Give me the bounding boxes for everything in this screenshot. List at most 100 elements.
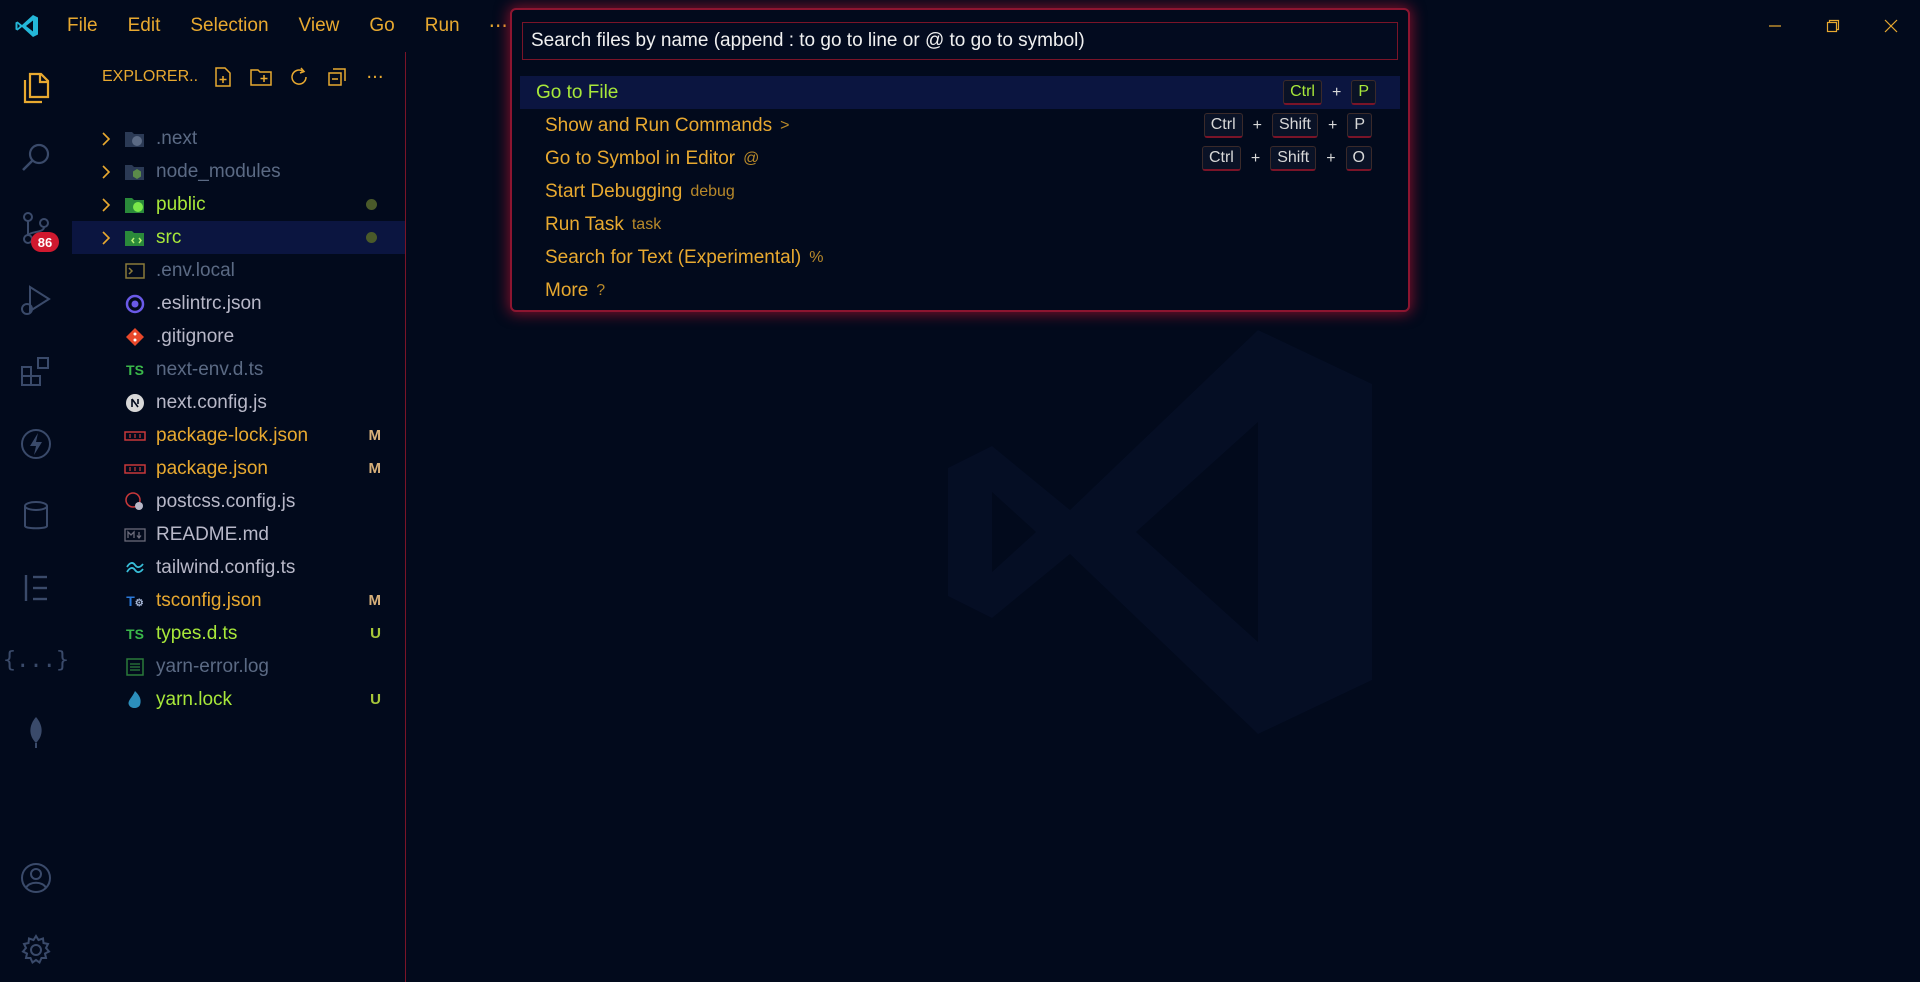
palette-item-label: Run Task	[545, 213, 624, 235]
elementor-icon[interactable]	[16, 568, 56, 608]
close-button[interactable]	[1862, 0, 1920, 52]
git-status-badge: U	[370, 691, 381, 708]
refresh-icon[interactable]	[286, 64, 312, 90]
key-separator: +	[1327, 116, 1338, 134]
thunder-client-icon[interactable]	[16, 424, 56, 464]
folder-item[interactable]: src	[72, 221, 405, 254]
explorer-title: EXPLORER...	[102, 68, 198, 85]
file-item[interactable]: .eslintrc.json	[72, 287, 405, 320]
file-name: next.config.js	[156, 391, 267, 413]
key-cap: P	[1351, 80, 1376, 105]
palette-item[interactable]: More?	[520, 274, 1400, 307]
file-name: README.md	[156, 523, 269, 545]
file-item[interactable]: yarn.lock U	[72, 683, 405, 716]
menu-go[interactable]: Go	[354, 15, 409, 37]
file-item[interactable]: .env.local	[72, 254, 405, 287]
typescript-icon: TS	[126, 361, 144, 378]
palette-item-prefix: ?	[596, 281, 606, 299]
palette-item[interactable]: Run Task task	[520, 208, 1400, 241]
terminal-file-icon	[124, 260, 146, 282]
chevron-right-icon[interactable]	[100, 122, 114, 155]
file-name: postcss.config.js	[156, 490, 296, 512]
file-name: yarn.lock	[156, 688, 233, 710]
key-cap: Shift	[1271, 113, 1318, 138]
key-cap: Ctrl	[1201, 146, 1241, 171]
chevron-right-icon[interactable]	[100, 155, 114, 188]
explorer-header: EXPLORER... ···	[102, 52, 388, 102]
file-name: public	[156, 193, 206, 215]
palette-item[interactable]: Go to Symbol in Editor @ Ctrl + Shift + O	[520, 142, 1400, 175]
git-status-badge: M	[368, 427, 382, 444]
key-separator: +	[1331, 83, 1342, 101]
vscode-watermark-icon	[948, 330, 1372, 734]
file-item[interactable]: tailwind.config.ts	[72, 551, 405, 584]
folder-item[interactable]: public	[72, 188, 405, 221]
tailwind-icon	[124, 557, 146, 579]
key-cap: Ctrl	[1283, 80, 1322, 105]
mongodb-icon[interactable]	[16, 712, 56, 752]
menu-edit[interactable]: Edit	[113, 15, 176, 37]
menu-file[interactable]: File	[52, 15, 113, 37]
file-item[interactable]: .gitignore	[72, 320, 405, 353]
file-name: package-lock.json	[156, 424, 309, 446]
palette-item-label: Go to File	[536, 81, 619, 103]
activity-bar: {...}	[0, 52, 72, 982]
account-icon[interactable]	[16, 858, 56, 898]
run-debug-icon[interactable]	[16, 280, 56, 320]
node-folder-icon	[124, 161, 146, 183]
postcss-icon	[124, 491, 146, 513]
palette-item[interactable]: Show and Run Commands > Ctrl + Shift + P	[520, 109, 1400, 142]
folder-item[interactable]: .next	[72, 122, 405, 155]
database-icon[interactable]	[16, 496, 56, 536]
file-name: package.json	[156, 457, 268, 479]
palette-item-label: Search for Text (Experimental)	[545, 246, 802, 268]
palette-item[interactable]: Search for Text (Experimental)%	[520, 241, 1400, 274]
minimize-button[interactable]	[1746, 0, 1804, 52]
menu-run[interactable]: Run	[410, 15, 475, 37]
collapse-all-icon[interactable]	[324, 64, 350, 90]
file-item[interactable]: yarn-error.log	[72, 650, 405, 683]
palette-item-prefix: debug	[690, 182, 735, 200]
explorer-icon[interactable]	[16, 68, 56, 108]
json-icon[interactable]: {...}	[3, 640, 69, 680]
log-icon	[124, 656, 146, 678]
quick-open-input[interactable]	[522, 22, 1398, 60]
new-folder-icon[interactable]	[248, 64, 274, 90]
file-name: .eslintrc.json	[156, 292, 262, 314]
git-status-badge: U	[370, 625, 381, 642]
chevron-right-icon[interactable]	[100, 221, 114, 254]
file-item[interactable]: next.config.js	[72, 386, 405, 419]
palette-item[interactable]: Start Debugging debug	[520, 175, 1400, 208]
explorer-sidebar: EXPLORER... ··· .next node_modulespublic s…	[72, 52, 406, 982]
new-file-icon[interactable]	[210, 64, 236, 90]
file-item[interactable]: T⚙ tsconfig.json M	[72, 584, 405, 617]
folder-item[interactable]: node_modules	[72, 155, 405, 188]
file-item[interactable]: package-lock.json M	[72, 419, 405, 452]
chevron-right-icon[interactable]	[100, 188, 114, 221]
file-item[interactable]: README.md	[72, 518, 405, 551]
palette-item-label: Go to Symbol in Editor	[545, 147, 736, 169]
palette-item-prefix: %	[809, 248, 824, 266]
close-icon	[1884, 19, 1898, 33]
search-icon[interactable]	[16, 138, 56, 178]
palette-item[interactable]: Go to File Ctrl + P	[520, 76, 1400, 109]
restore-button[interactable]	[1804, 0, 1862, 52]
tsconfig-icon: T⚙	[126, 592, 144, 609]
file-item[interactable]: TS types.d.ts U	[72, 617, 405, 650]
source-control-badge: 86	[31, 232, 59, 252]
quick-open-list: Go to File Ctrl + P Show and Run Commands > Ct…	[520, 76, 1400, 307]
extensions-icon[interactable]	[16, 352, 56, 392]
modified-dot-icon	[366, 232, 377, 243]
npm-icon	[124, 425, 146, 447]
settings-gear-icon[interactable]	[16, 930, 56, 970]
file-item[interactable]: postcss.config.js	[72, 485, 405, 518]
palette-item-prefix: task	[631, 215, 662, 233]
file-name: tsconfig.json	[156, 589, 262, 611]
file-item[interactable]: package.json M	[72, 452, 405, 485]
file-item[interactable]: TS next-env.d.ts	[72, 353, 405, 386]
eslint-icon	[124, 293, 146, 315]
menu-selection[interactable]: Selection	[175, 15, 283, 37]
menu-view[interactable]: View	[284, 15, 355, 37]
more-actions-icon[interactable]: ···	[362, 64, 388, 90]
palette-item-label: Show and Run Commands	[545, 114, 773, 136]
